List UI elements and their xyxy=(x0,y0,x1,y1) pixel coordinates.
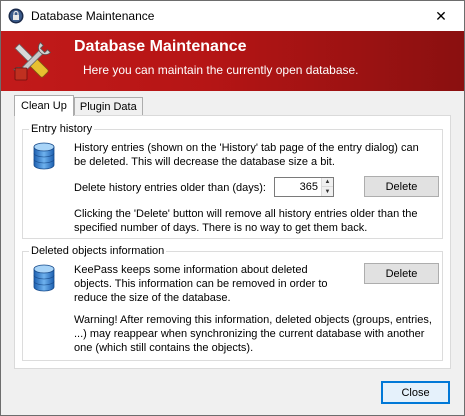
dialog-window: Database Maintenance ✕ Database Maintena… xyxy=(0,0,465,416)
delete-history-button[interactable]: Delete xyxy=(364,176,439,197)
database-icon xyxy=(33,264,55,292)
stepper-arrows: ▲ ▼ xyxy=(321,178,333,196)
deleted-objects-warning: Warning! After removing this information… xyxy=(74,314,432,354)
close-button[interactable]: Close xyxy=(381,381,450,404)
entry-history-note: Clicking the 'Delete' button will remove… xyxy=(74,208,418,234)
title-bar[interactable]: Database Maintenance ✕ xyxy=(1,1,464,31)
entry-history-description: History entries (shown on the 'History' … xyxy=(74,142,419,168)
deleted-objects-description: KeePass keeps some information about del… xyxy=(74,264,328,304)
days-label: Delete history entries older than (days)… xyxy=(74,182,266,194)
days-input[interactable] xyxy=(275,178,321,196)
database-icon xyxy=(33,142,55,170)
stepper-down-arrow-icon[interactable]: ▼ xyxy=(322,187,333,196)
keepass-lock-icon xyxy=(8,8,24,24)
days-stepper[interactable]: ▲ ▼ xyxy=(274,177,334,197)
deleted-objects-group: Deleted objects information KeePass keep… xyxy=(22,245,443,361)
entry-history-group: Entry history History entries (shown on … xyxy=(22,123,443,239)
window-title: Database Maintenance xyxy=(31,9,155,23)
banner-subtitle: Here you can maintain the currently open… xyxy=(83,63,359,77)
deleted-objects-group-label: Deleted objects information xyxy=(29,245,167,257)
stepper-up-arrow-icon[interactable]: ▲ xyxy=(322,178,333,187)
delete-objects-button[interactable]: Delete xyxy=(364,263,439,284)
banner-title: Database Maintenance xyxy=(74,38,247,55)
header-banner: Database Maintenance Here you can mainta… xyxy=(1,31,464,91)
window-close-button[interactable]: ✕ xyxy=(418,1,464,31)
tab-strip: Clean Up Plugin Data xyxy=(14,95,143,116)
entry-history-group-label: Entry history xyxy=(29,123,95,135)
tools-icon xyxy=(13,42,51,81)
tab-panel-clean-up: Entry history History entries (shown on … xyxy=(14,115,451,369)
tab-clean-up[interactable]: Clean Up xyxy=(14,95,74,116)
tab-plugin-data[interactable]: Plugin Data xyxy=(73,97,143,116)
